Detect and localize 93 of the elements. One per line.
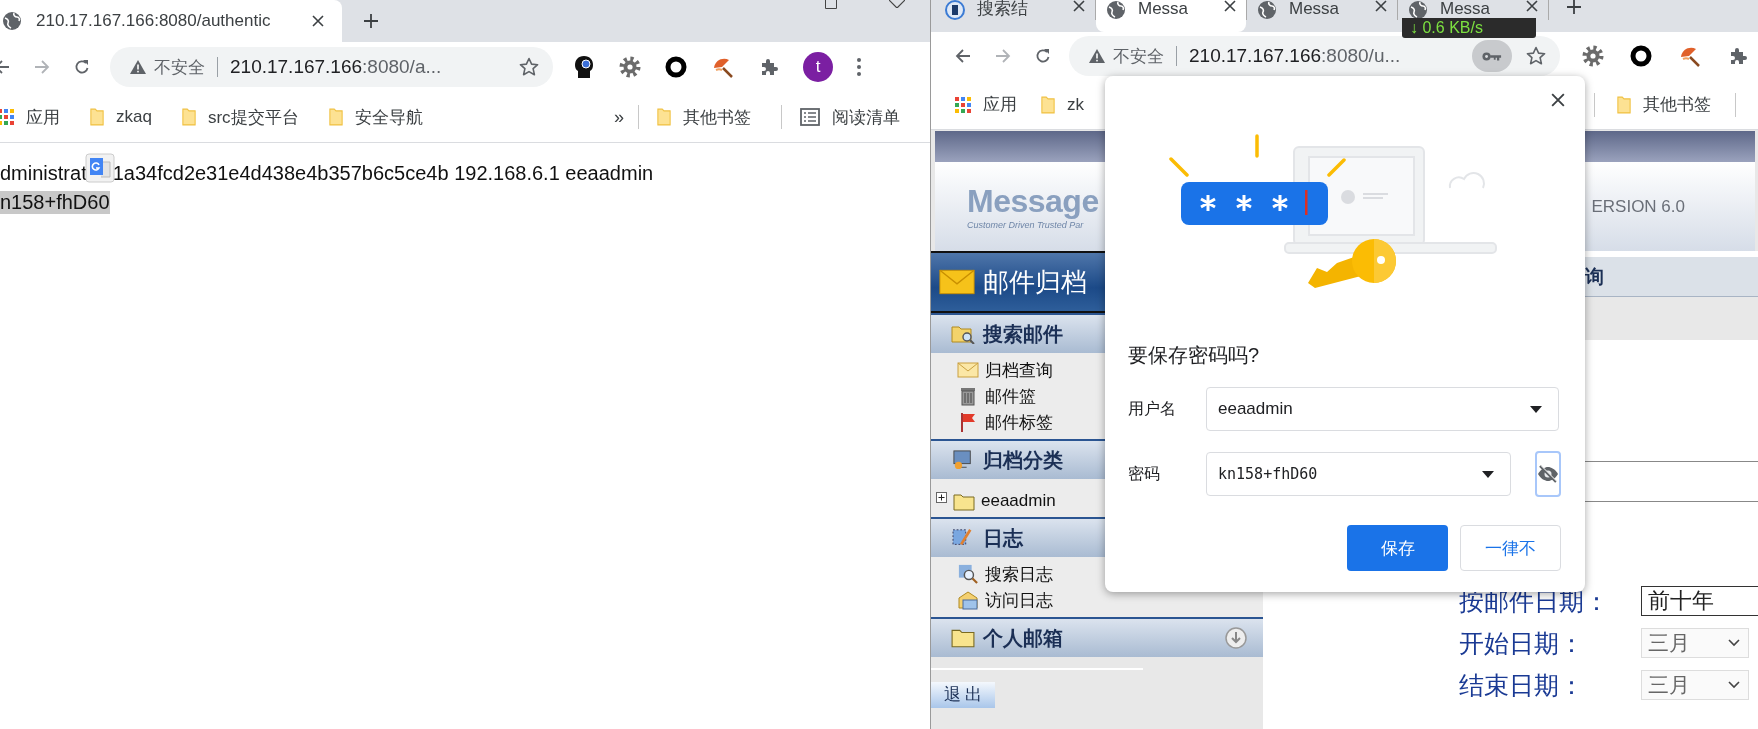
security-label[interactable]: 不安全 <box>1113 44 1164 68</box>
sidebar-title: 邮件归档 <box>983 265 1087 299</box>
translate-icon[interactable] <box>84 152 115 183</box>
eye-off-icon <box>1537 465 1559 483</box>
back-icon[interactable] <box>955 48 971 64</box>
bookmark[interactable]: 其他书签 <box>1617 93 1711 116</box>
maximize-icon[interactable] <box>825 0 837 9</box>
expand-icon[interactable] <box>936 492 947 503</box>
folder-icon <box>657 108 671 126</box>
globe-icon <box>1408 0 1428 20</box>
chevron-icon <box>1728 639 1740 647</box>
bookmark[interactable]: 其他书签 <box>657 105 751 129</box>
page-text: n158+fhD60 <box>0 191 110 214</box>
bookmark[interactable]: 应用 <box>955 93 1017 116</box>
folder-icon <box>951 628 975 648</box>
field-label: 用户名 <box>1128 398 1177 419</box>
ring-icon[interactable] <box>665 56 687 78</box>
key-icon <box>1482 50 1502 62</box>
menu-icon[interactable] <box>857 58 861 76</box>
folder-icon <box>1617 95 1631 114</box>
never-button[interactable]: 一律不 <box>1460 525 1561 571</box>
bookmark[interactable]: zkaq <box>90 107 152 127</box>
head-icon[interactable] <box>573 55 595 79</box>
warning-icon[interactable] <box>1089 49 1105 63</box>
month-dropdown[interactable]: 三月 <box>1641 628 1749 658</box>
page-text: dministrat <box>0 162 87 185</box>
gear-icon[interactable] <box>1582 45 1604 67</box>
envelope-icon <box>939 268 975 296</box>
field-label: 结束日期： <box>1459 670 1585 701</box>
puzzle-icon[interactable] <box>1728 46 1748 66</box>
ring-icon[interactable] <box>1630 45 1652 67</box>
collapse-icon[interactable] <box>1225 627 1247 649</box>
folder-icon <box>1041 95 1055 114</box>
tagline: Customer Driven Trusted Par <box>967 220 1085 230</box>
house-icon <box>957 590 979 610</box>
list-icon <box>800 108 820 126</box>
sidebar-item[interactable]: 搜索日志 <box>931 561 1263 587</box>
logo-text: Message <box>967 183 1099 220</box>
browser-tab[interactable]: Messa <box>1096 0 1246 32</box>
folder-search-icon <box>951 324 975 344</box>
page-text: 1a34fcd2e31e4d438e4b357b6c5ce4b 192.168.6.1 eeaadmin <box>112 162 654 185</box>
star-icon[interactable] <box>1526 46 1546 66</box>
section-header[interactable]: 个人邮箱 <box>931 617 1263 657</box>
warning-icon[interactable] <box>130 60 146 74</box>
envelope-icon <box>957 360 979 380</box>
profile-avatar[interactable]: t <box>803 52 833 82</box>
folder-icon <box>181 108 196 126</box>
username-dropdown[interactable]: eeaadmin <box>1206 387 1559 431</box>
bookmark[interactable]: src提交平台 <box>181 105 299 129</box>
logout-button[interactable]: 退 出 <box>931 682 995 708</box>
sidebar-item[interactable]: 访问日志 <box>931 587 1263 613</box>
apps-icon <box>955 96 971 113</box>
chevron-icon <box>1728 681 1740 689</box>
caret-icon <box>1482 470 1494 478</box>
date-range-field[interactable]: 前十年 <box>1641 586 1758 616</box>
address-bar[interactable]: 不安全 210.17.167.166:8080/u... <box>1069 36 1560 76</box>
new-tab-icon[interactable] <box>364 14 378 28</box>
folder-icon <box>328 108 343 126</box>
globe-icon <box>1106 0 1126 20</box>
field-label: 开始日期： <box>1459 628 1585 659</box>
bookmark[interactable]: 安全导航 <box>328 105 423 129</box>
bookmark[interactable]: 应用 <box>0 105 60 129</box>
url-text[interactable]: 210.17.167.166:8080/u... <box>1189 45 1401 67</box>
show-password-button[interactable] <box>1535 451 1561 497</box>
speed-tooltip: ↓ 0.6 KB/s <box>1402 18 1536 38</box>
month-dropdown[interactable]: 三月 <box>1641 670 1749 700</box>
globe-icon <box>2 11 22 31</box>
key-button[interactable] <box>1472 40 1512 72</box>
save-button[interactable]: 保存 <box>1347 525 1448 571</box>
folder-icon <box>953 493 975 511</box>
star-icon[interactable] <box>519 57 539 77</box>
new-tab-icon[interactable] <box>1567 0 1581 14</box>
address-bar[interactable]: 不安全 210.17.167.166:8080/a... <box>110 47 553 87</box>
reload-icon[interactable] <box>74 59 90 75</box>
globe-icon <box>1257 0 1277 20</box>
security-label[interactable]: 不安全 <box>154 55 205 79</box>
header-text: 询 <box>1585 264 1604 289</box>
url-text[interactable]: 210.17.167.166:8080/a... <box>230 56 442 78</box>
favicon-icon <box>945 0 965 20</box>
folder-icon <box>90 108 104 126</box>
apps-icon <box>0 109 14 125</box>
browser-tab[interactable]: 210.17.167.166:8080/authentic <box>0 0 342 42</box>
gear-icon[interactable] <box>619 56 641 78</box>
more-bookmarks-button[interactable]: » <box>614 106 624 128</box>
reload-icon[interactable] <box>1035 48 1051 64</box>
caret-icon <box>1530 405 1542 413</box>
password-dropdown[interactable]: kn158+fhD60 <box>1206 452 1511 496</box>
magnifier-icon <box>957 564 979 584</box>
version-label: ERSION 6.0 <box>1591 196 1685 217</box>
tree-item[interactable]: eeaadmin <box>981 491 1056 511</box>
puzzle-icon[interactable] <box>759 57 779 77</box>
bookmark[interactable]: 阅读清单 <box>800 105 900 129</box>
bookmark[interactable]: zk <box>1041 94 1084 115</box>
